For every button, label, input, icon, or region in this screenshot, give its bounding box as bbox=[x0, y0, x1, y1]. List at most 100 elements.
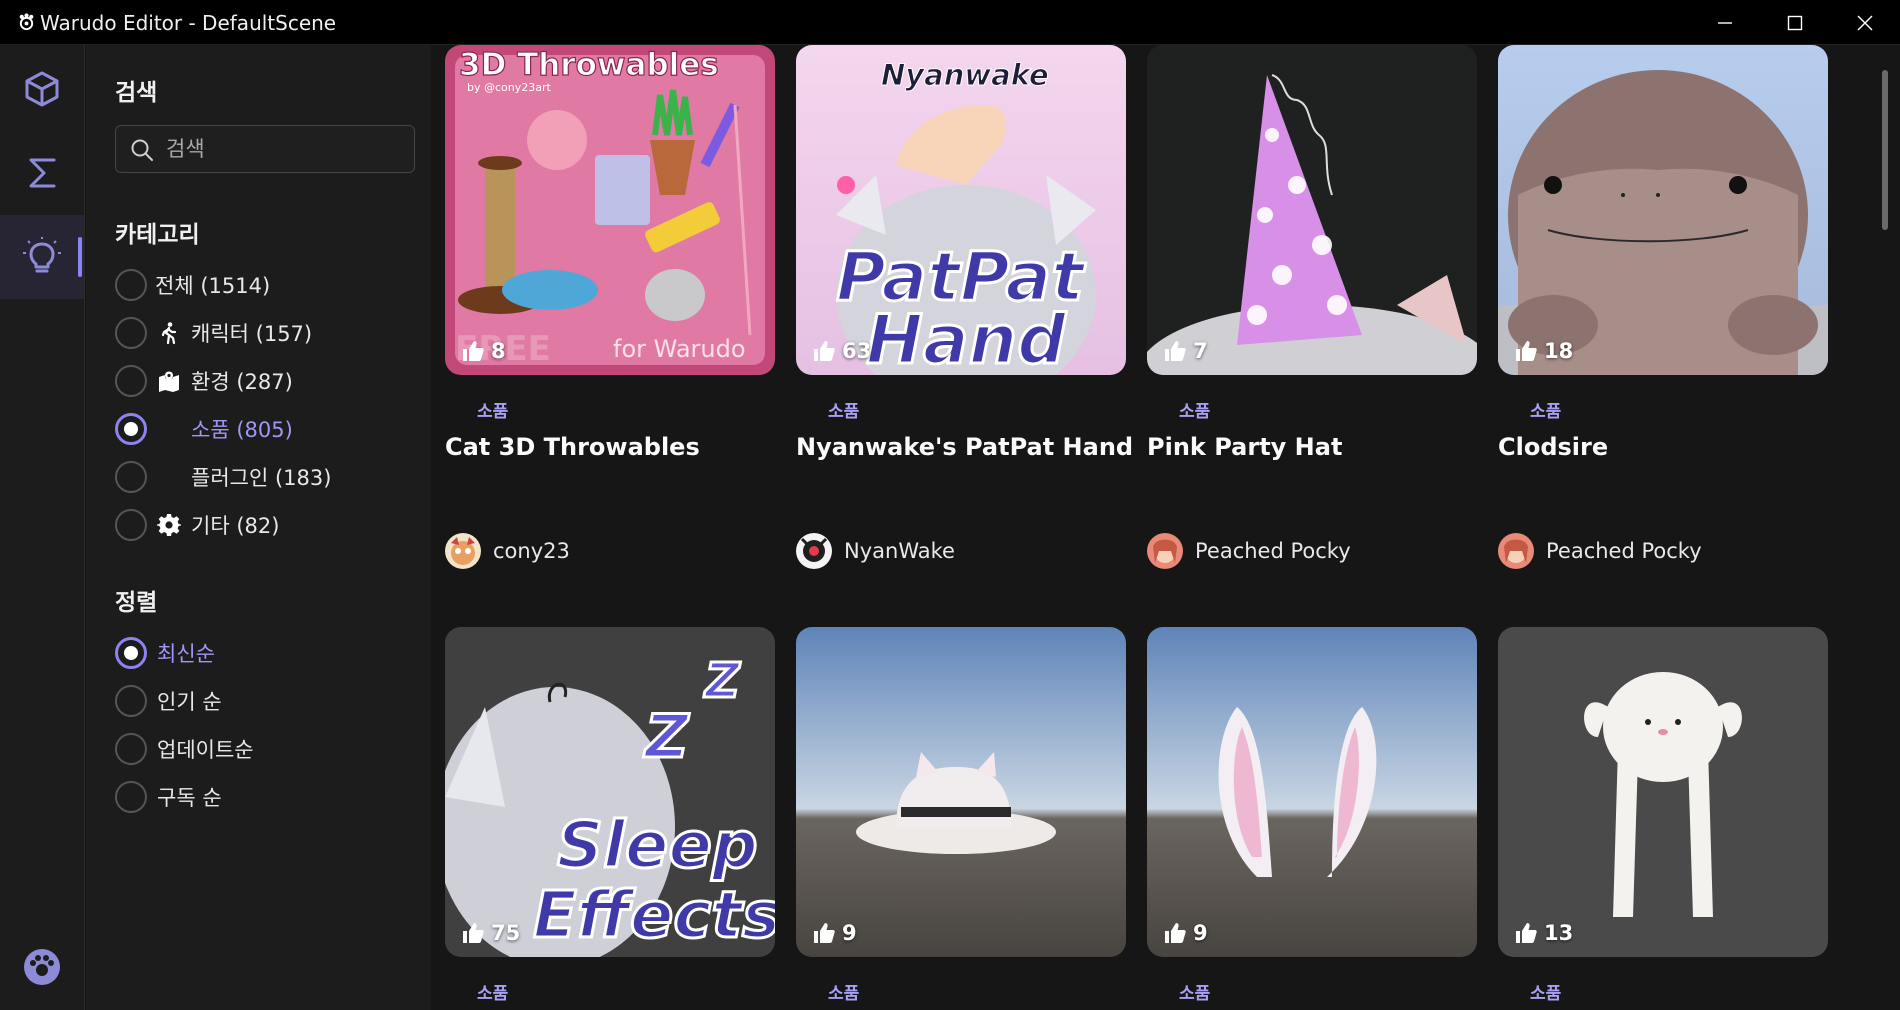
like-count: 75 bbox=[461, 921, 520, 945]
category-plugins[interactable]: 플러그인 (183) bbox=[115, 459, 415, 495]
rail-account-button[interactable] bbox=[0, 925, 84, 1009]
scrollbar-thumb[interactable] bbox=[1882, 70, 1888, 230]
like-count: 7 bbox=[1163, 339, 1208, 363]
radio-button[interactable] bbox=[115, 781, 147, 813]
search-icon bbox=[131, 139, 153, 161]
thumb-credit-text: by @cony23art bbox=[467, 81, 552, 94]
category-label: 환경 (287) bbox=[191, 370, 293, 394]
radio-button[interactable] bbox=[115, 733, 147, 765]
category-character[interactable]: 캐릭터 (157) bbox=[115, 315, 415, 351]
title-bar: Warudo Editor - DefaultScene bbox=[0, 0, 1900, 45]
warudo-logo-icon bbox=[19, 13, 34, 31]
thumbs-up-icon bbox=[1165, 923, 1186, 943]
asset-thumbnail[interactable]: 9 bbox=[1147, 627, 1477, 957]
category-other[interactable]: 기타 (82) bbox=[115, 507, 415, 543]
asset-category: 소품 bbox=[828, 402, 860, 422]
sort-label: 구독 순 bbox=[157, 786, 222, 810]
lightbulb-icon bbox=[23, 237, 61, 273]
asset-category: 소품 bbox=[1179, 984, 1211, 1004]
sort-newest[interactable]: 최신순 bbox=[115, 635, 415, 671]
radio-button[interactable] bbox=[115, 461, 147, 493]
avatar bbox=[1147, 533, 1183, 569]
category-all[interactable]: 전체 (1514) bbox=[115, 267, 415, 303]
thumbs-up-icon bbox=[1516, 923, 1537, 943]
asset-category: 소품 bbox=[477, 984, 509, 1004]
category-props[interactable]: 소품 (805) bbox=[115, 411, 415, 447]
avatar bbox=[796, 533, 832, 569]
asset-card[interactable]: Z Z Sleep Effects 75 소품 bbox=[445, 627, 775, 1010]
asset-category: 소품 bbox=[1530, 984, 1562, 1004]
radio-button[interactable] bbox=[115, 269, 147, 301]
like-count: 9 bbox=[1163, 921, 1208, 945]
asset-card[interactable]: 13 소품 bbox=[1498, 627, 1828, 1010]
asset-author[interactable]: Peached Pocky bbox=[1498, 533, 1702, 569]
category-label: 전체 (1514) bbox=[155, 274, 271, 298]
asset-thumbnail[interactable]: 13 bbox=[1498, 627, 1828, 957]
radio-button-selected[interactable] bbox=[115, 413, 147, 445]
warudo-paw-icon bbox=[24, 949, 60, 985]
search-heading: 검색 bbox=[115, 80, 158, 106]
thumbs-up-icon bbox=[1516, 341, 1537, 361]
scrollbar[interactable] bbox=[1882, 70, 1890, 1005]
asset-title[interactable]: Pink Party Hat bbox=[1147, 433, 1342, 461]
radio-button[interactable] bbox=[115, 365, 147, 397]
rail-scene-button[interactable] bbox=[0, 47, 84, 131]
walk-icon bbox=[155, 319, 183, 347]
thumbs-up-icon bbox=[814, 923, 835, 943]
thumb-title-text: 3D Throwables bbox=[459, 47, 719, 83]
thumbs-up-icon bbox=[1165, 341, 1186, 361]
asset-thumbnail[interactable]: 9 bbox=[796, 627, 1126, 957]
category-label: 기타 (82) bbox=[191, 514, 280, 538]
radio-button[interactable] bbox=[115, 509, 147, 541]
sort-label: 최신순 bbox=[157, 642, 215, 666]
asset-thumbnail[interactable]: 7 bbox=[1147, 45, 1477, 375]
close-icon bbox=[1857, 15, 1873, 30]
minimize-button[interactable] bbox=[1690, 0, 1760, 45]
sort-updated[interactable]: 업데이트순 bbox=[115, 731, 415, 767]
category-environment[interactable]: 환경 (287) bbox=[115, 363, 415, 399]
sort-label: 인기 순 bbox=[157, 690, 222, 714]
asset-author[interactable]: NyanWake bbox=[796, 533, 955, 569]
sort-popular[interactable]: 인기 순 bbox=[115, 683, 415, 719]
asset-title[interactable]: Clodsire bbox=[1498, 433, 1608, 461]
asset-author[interactable]: cony23 bbox=[445, 533, 570, 569]
gear-icon bbox=[155, 511, 183, 539]
cube-icon bbox=[25, 71, 59, 107]
category-label: 소품 (805) bbox=[191, 418, 293, 442]
sort-heading: 정렬 bbox=[115, 590, 158, 616]
radio-button[interactable] bbox=[115, 685, 147, 717]
radio-button-selected[interactable] bbox=[115, 637, 147, 669]
radio-button[interactable] bbox=[115, 317, 147, 349]
like-count: 18 bbox=[1514, 339, 1573, 363]
avatar bbox=[1498, 533, 1534, 569]
filter-sidebar: 검색 카테고리 전체 (1514) 캐릭터 (157) 환경 (287) 소품 … bbox=[86, 45, 431, 1010]
asset-thumbnail[interactable]: 18 bbox=[1498, 45, 1828, 375]
asset-card[interactable]: 3D Throwables by @cony23art FREE for War… bbox=[445, 45, 775, 605]
asset-thumbnail[interactable]: Nyanwake PatPat Hand 63 bbox=[796, 45, 1126, 375]
sort-label: 업데이트순 bbox=[157, 738, 254, 762]
asset-thumbnail[interactable]: Z Z Sleep Effects 75 bbox=[445, 627, 775, 957]
asset-author[interactable]: Peached Pocky bbox=[1147, 533, 1351, 569]
svg-text:Z: Z bbox=[643, 702, 690, 772]
asset-thumbnail[interactable]: 3D Throwables by @cony23art FREE for War… bbox=[445, 45, 775, 375]
sort-subscribed[interactable]: 구독 순 bbox=[115, 779, 415, 815]
category-label: 플러그인 (183) bbox=[191, 466, 332, 490]
nav-rail bbox=[0, 45, 85, 1010]
search-box[interactable] bbox=[115, 125, 415, 173]
maximize-button[interactable] bbox=[1760, 0, 1830, 45]
category-heading: 카테고리 bbox=[115, 222, 200, 248]
close-button[interactable] bbox=[1830, 0, 1900, 45]
search-input[interactable] bbox=[166, 134, 406, 164]
rail-blueprint-button[interactable] bbox=[0, 131, 84, 215]
asset-title[interactable]: Cat 3D Throwables bbox=[445, 433, 700, 461]
asset-card[interactable]: 7 소품 Pink Party Hat Peached Pocky bbox=[1147, 45, 1477, 605]
svg-text:Z: Z bbox=[703, 653, 741, 709]
asset-card[interactable]: 9 소품 bbox=[1147, 627, 1477, 1010]
asset-card[interactable]: 18 소품 Clodsire Peached Pocky bbox=[1498, 45, 1828, 605]
asset-card[interactable]: Nyanwake PatPat Hand 63 소품 Nyanwake's Pa… bbox=[796, 45, 1133, 605]
rail-discover-button[interactable] bbox=[0, 215, 84, 299]
asset-card[interactable]: 9 소품 bbox=[796, 627, 1126, 1010]
thumb-title-text: Effects bbox=[533, 879, 775, 953]
asset-category: 소품 bbox=[828, 984, 860, 1004]
asset-title[interactable]: Nyanwake's PatPat Hand bbox=[796, 433, 1133, 461]
